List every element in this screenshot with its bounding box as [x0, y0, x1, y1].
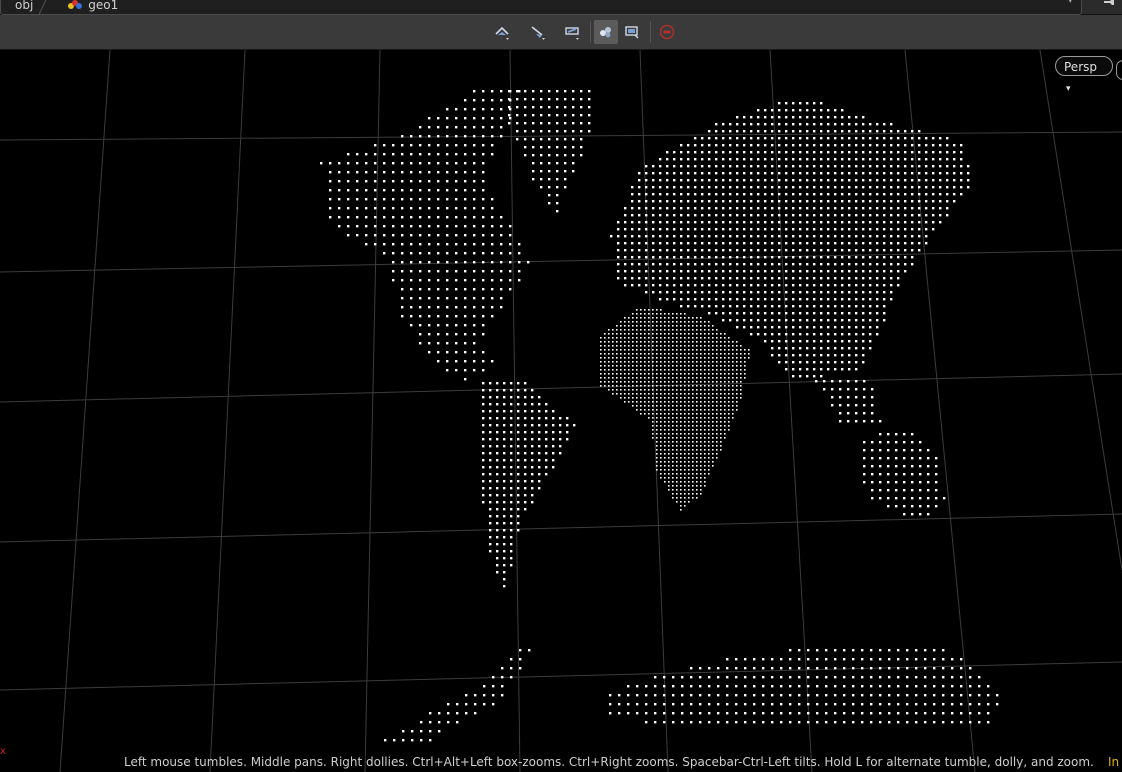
display-options-icon[interactable]: [594, 20, 618, 44]
crumb-label: geo1: [88, 0, 119, 12]
snapshot-icon[interactable]: [620, 20, 644, 44]
world-map-points: [320, 90, 999, 742]
crumb-label: obj: [15, 0, 34, 12]
view-menu-edge[interactable]: [1116, 60, 1122, 80]
status-marker: x: [0, 746, 6, 757]
viewport-toolbar: [0, 15, 1122, 50]
status-indicator: In: [1108, 755, 1120, 769]
view-tool-2-icon[interactable]: [526, 20, 550, 44]
camera-menu-button[interactable]: Persp ▾: [1055, 56, 1113, 94]
crumb-obj[interactable]: obj: [1, 0, 54, 15]
geometry-node-icon: [68, 0, 83, 10]
status-hint: Left mouse tumbles. Middle pans. Right d…: [124, 755, 1094, 769]
breadcrumb: obj geo1: [0, 0, 1082, 15]
crumb-geo1[interactable]: geo1: [54, 0, 128, 14]
stop-icon[interactable]: [655, 20, 679, 44]
view-tool-3-icon[interactable]: [560, 20, 584, 44]
3d-viewport[interactable]: Persp ▾: [0, 50, 1122, 772]
chevron-down-icon[interactable]: ▾: [1068, 0, 1073, 6]
camera-label: Persp: [1064, 60, 1097, 74]
pin-icon[interactable]: [1102, 0, 1116, 9]
view-tool-1-icon[interactable]: [490, 20, 514, 44]
chevron-down-icon: ▾: [1066, 84, 1071, 94]
houdini-scene-view: obj geo1 ▾ Persp ▾ x Left mouse tumbles.…: [0, 0, 1122, 772]
path-bar: obj geo1 ▾: [0, 0, 1122, 15]
